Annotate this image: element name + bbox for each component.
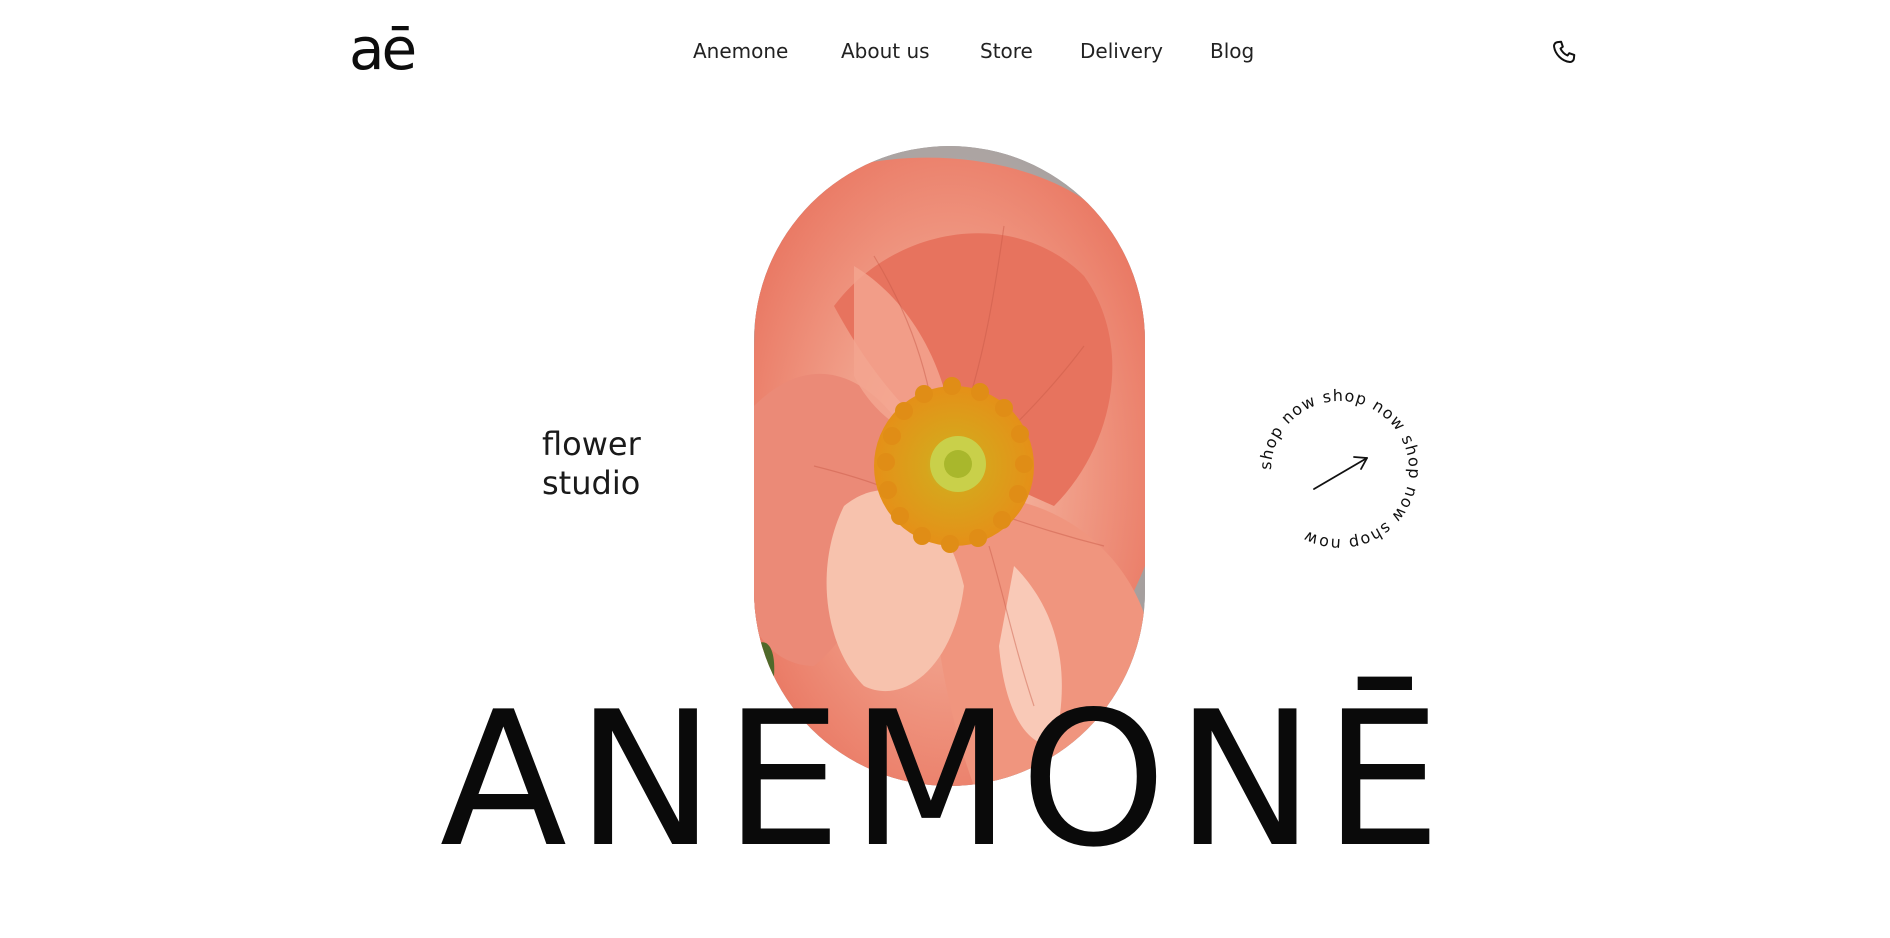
tagline: flower studio [542,425,641,503]
nav-item-about-us[interactable]: About us [841,36,930,66]
main-nav: Anemone About us Store Delivery Blog [0,36,1890,66]
phone-icon[interactable] [1550,38,1578,66]
shop-now-badge[interactable]: shop now shop now shop now shop now [1255,385,1425,555]
brand-wordmark: ANEMONĒ [439,671,1451,888]
shop-now-badge-text: shop now shop now shop now shop now [1256,386,1424,554]
nav-item-anemone[interactable]: Anemone [693,36,788,66]
arrow-up-right-icon [1313,456,1368,490]
nav-item-blog[interactable]: Blog [1210,36,1254,66]
tagline-line-1: flower [542,425,641,463]
tagline-line-2: studio [542,464,641,502]
nav-item-store[interactable]: Store [980,36,1033,66]
nav-item-delivery[interactable]: Delivery [1080,36,1163,66]
page: aē Anemone About us Store Delivery Blog … [0,0,1890,938]
